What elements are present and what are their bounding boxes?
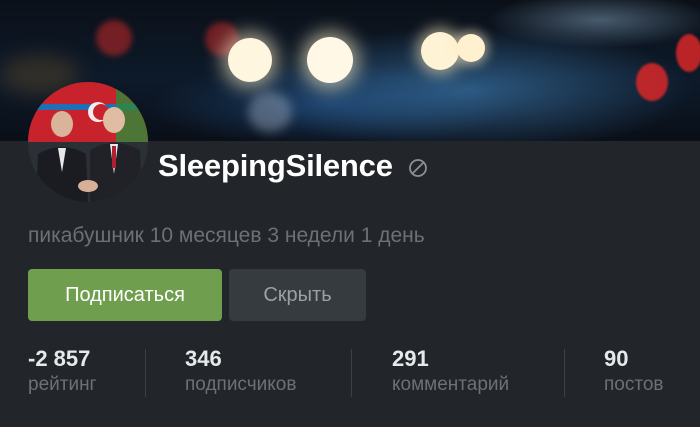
cover-light (228, 38, 272, 82)
stat-label: подписчиков (185, 374, 297, 395)
member-since: пикабушник 10 месяцев 3 недели 1 день (28, 224, 425, 247)
cover-light (96, 20, 132, 56)
stat-value: 90 (604, 346, 629, 371)
divider (564, 349, 565, 397)
cover-light (307, 37, 353, 83)
divider (145, 349, 146, 397)
stat-value: -2 857 (28, 346, 91, 371)
ban-icon (409, 159, 427, 177)
subscribe-button[interactable]: Подписаться (28, 269, 222, 321)
stat-comments: 291 комментарий (392, 346, 509, 398)
stat-label: комментарий (392, 374, 510, 395)
stat-label: рейтинг (28, 374, 97, 395)
cover-light (248, 92, 292, 132)
avatar[interactable] (28, 82, 148, 202)
stat-posts: 90 постов (604, 346, 664, 398)
stat-value: 346 (185, 346, 222, 371)
divider (351, 349, 352, 397)
cover-light (676, 34, 700, 72)
stat-value: 291 (392, 346, 429, 371)
stat-subscribers: 346 подписчиков (185, 346, 296, 398)
cover-light (421, 32, 459, 70)
cover-light (636, 63, 668, 101)
stat-rating: -2 857 рейтинг (28, 346, 97, 398)
cover-light (457, 34, 485, 62)
stat-label: постов (604, 374, 664, 395)
hide-button[interactable]: Скрыть (229, 269, 366, 321)
avatar-image (28, 82, 148, 202)
username: SleepingSilence (158, 148, 393, 183)
